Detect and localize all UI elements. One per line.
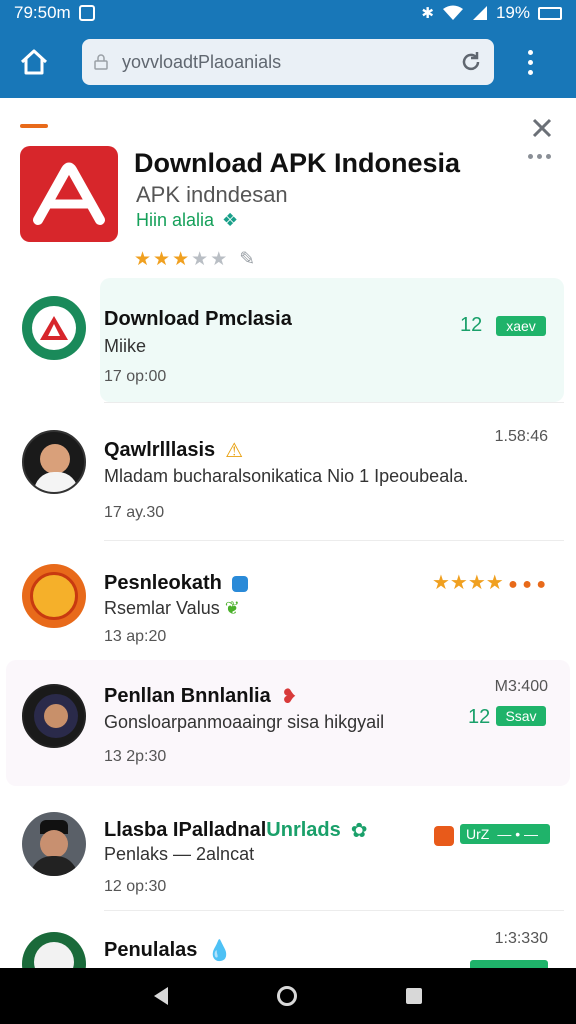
divider xyxy=(104,402,564,403)
divider xyxy=(104,540,564,541)
item-count: 12 xyxy=(460,314,483,336)
notification-icon xyxy=(78,5,95,21)
more-options-icon[interactable] xyxy=(528,154,551,159)
leaf-icon: ❦ xyxy=(224,598,240,618)
alert-icon xyxy=(434,826,454,846)
avatar xyxy=(22,564,86,628)
wifi-icon xyxy=(442,5,463,20)
item-title: Pesnleokath xyxy=(104,572,248,595)
gift-icon: ❥ xyxy=(280,686,298,708)
system-navbar xyxy=(0,968,576,1024)
star-icon: ★ xyxy=(210,249,228,270)
row-highlight xyxy=(100,278,564,402)
star-icon: ★ xyxy=(172,249,190,270)
item-time: 12 op:30 xyxy=(104,878,167,895)
item-time: 13 2p:30 xyxy=(104,748,167,765)
list-item[interactable]: Llasba IPalladnal Unrlads ✿ Penlaks — 2al… xyxy=(0,798,576,908)
drop-icon: 💧 xyxy=(207,940,233,962)
home-nav-icon[interactable] xyxy=(276,986,297,1006)
item-count: 12 xyxy=(468,706,491,728)
recents-icon[interactable] xyxy=(405,988,422,1004)
status-bar: 79:50m ✱ 19% xyxy=(0,0,576,26)
list-item[interactable]: Download Pmclasia Miike 17 op:00 12 xaev xyxy=(0,278,576,406)
star-icon: ★ xyxy=(191,249,209,270)
item-badge: xaev xyxy=(496,316,546,336)
badge-icon: ✿ xyxy=(350,820,368,842)
list-item[interactable]: Pesnleokath Rsemlar Valus ❦ 13 ap:20 ★★★… xyxy=(0,552,576,652)
back-icon[interactable] xyxy=(154,987,169,1005)
edit-icon[interactable]: ✎ xyxy=(239,248,255,271)
app-rating: ★ ★ ★ ★ ★ ✎ xyxy=(134,248,255,271)
app-logo-icon xyxy=(33,162,105,225)
app-title: Download APK Indonesia xyxy=(134,148,461,178)
app-logo xyxy=(20,146,118,242)
item-time: 13 ap:20 xyxy=(104,628,167,645)
home-icon xyxy=(20,49,48,75)
app-subtitle: APK indndesan xyxy=(136,182,288,207)
reload-icon[interactable] xyxy=(460,51,482,73)
close-icon[interactable] xyxy=(530,116,554,140)
item-rating: ★★★★ ● ● ● xyxy=(432,572,547,594)
warning-icon: ⚠ xyxy=(225,440,244,462)
avatar xyxy=(22,684,86,748)
verified-icon: ❖ xyxy=(222,210,239,230)
item-subtitle: Mladam bucharalsonikatica Nio 1 Ipeoubea… xyxy=(104,466,469,486)
item-title: Qawlrlllasis ⚠ xyxy=(104,439,244,462)
item-right-time: 1:3:330 xyxy=(494,930,548,947)
signal-icon xyxy=(472,6,487,20)
item-title: Penulalas 💧 xyxy=(104,939,233,962)
avatar xyxy=(22,812,86,876)
app-developer[interactable]: Hiin alalia ❖ xyxy=(136,210,238,231)
item-time: 17 ay.30 xyxy=(104,504,165,521)
item-subtitle: Penlaks — 2alncat xyxy=(104,844,255,864)
list-item[interactable]: Penllan Bnnlanlia ❥ M3:400 Gonsloarpanmo… xyxy=(0,658,576,788)
home-button[interactable] xyxy=(14,42,54,82)
item-badge: UrZ — • — xyxy=(460,824,550,844)
avatar xyxy=(22,296,86,360)
browser-toolbar: yovvloadtPlaoanials xyxy=(0,26,576,98)
list-item[interactable]: Penulalas 💧 1:3:330 xyxy=(0,924,576,968)
page-content: Download APK Indonesia APK indndesan Hii… xyxy=(0,98,576,968)
star-icon: ★ xyxy=(134,249,152,270)
item-badge: Ssav xyxy=(496,706,546,726)
accent-bar xyxy=(20,124,48,128)
item-badge xyxy=(470,960,548,968)
lock-icon xyxy=(94,54,108,70)
avatar xyxy=(22,932,86,968)
item-title: Penllan Bnnlanlia ❥ xyxy=(104,685,298,708)
camera-icon xyxy=(231,575,248,592)
list-item[interactable]: Qawlrlllasis ⚠ 1.58:46 Mladam bucharalso… xyxy=(0,416,576,536)
item-subtitle: Rsemlar Valus ❦ xyxy=(104,598,240,618)
url-text: yovvloadtPlaoanials xyxy=(122,51,282,72)
bluetooth-icon: ✱ xyxy=(421,5,434,22)
item-time: 17 op:00 xyxy=(104,368,167,385)
avatar xyxy=(22,430,86,494)
developer-name: Hiin alalia xyxy=(136,210,215,230)
url-field[interactable]: yovvloadtPlaoanials xyxy=(82,39,494,85)
item-subtitle: Gonsloarpanmoaaingr sisa hikgyail xyxy=(104,712,385,732)
item-right-time: 1.58:46 xyxy=(494,428,548,445)
overflow-menu-icon[interactable] xyxy=(520,42,540,82)
battery-text: 19% xyxy=(495,3,530,22)
item-title: Llasba IPalladnal Unrlads ✿ xyxy=(104,819,368,842)
item-subtitle: Miike xyxy=(104,336,147,356)
divider xyxy=(104,910,564,911)
status-time: 79:50m xyxy=(14,3,71,22)
item-title: Download Pmclasia xyxy=(104,308,292,330)
battery-icon xyxy=(538,6,562,20)
item-right-time: M3:400 xyxy=(494,678,548,695)
star-icon: ★ xyxy=(153,249,171,270)
